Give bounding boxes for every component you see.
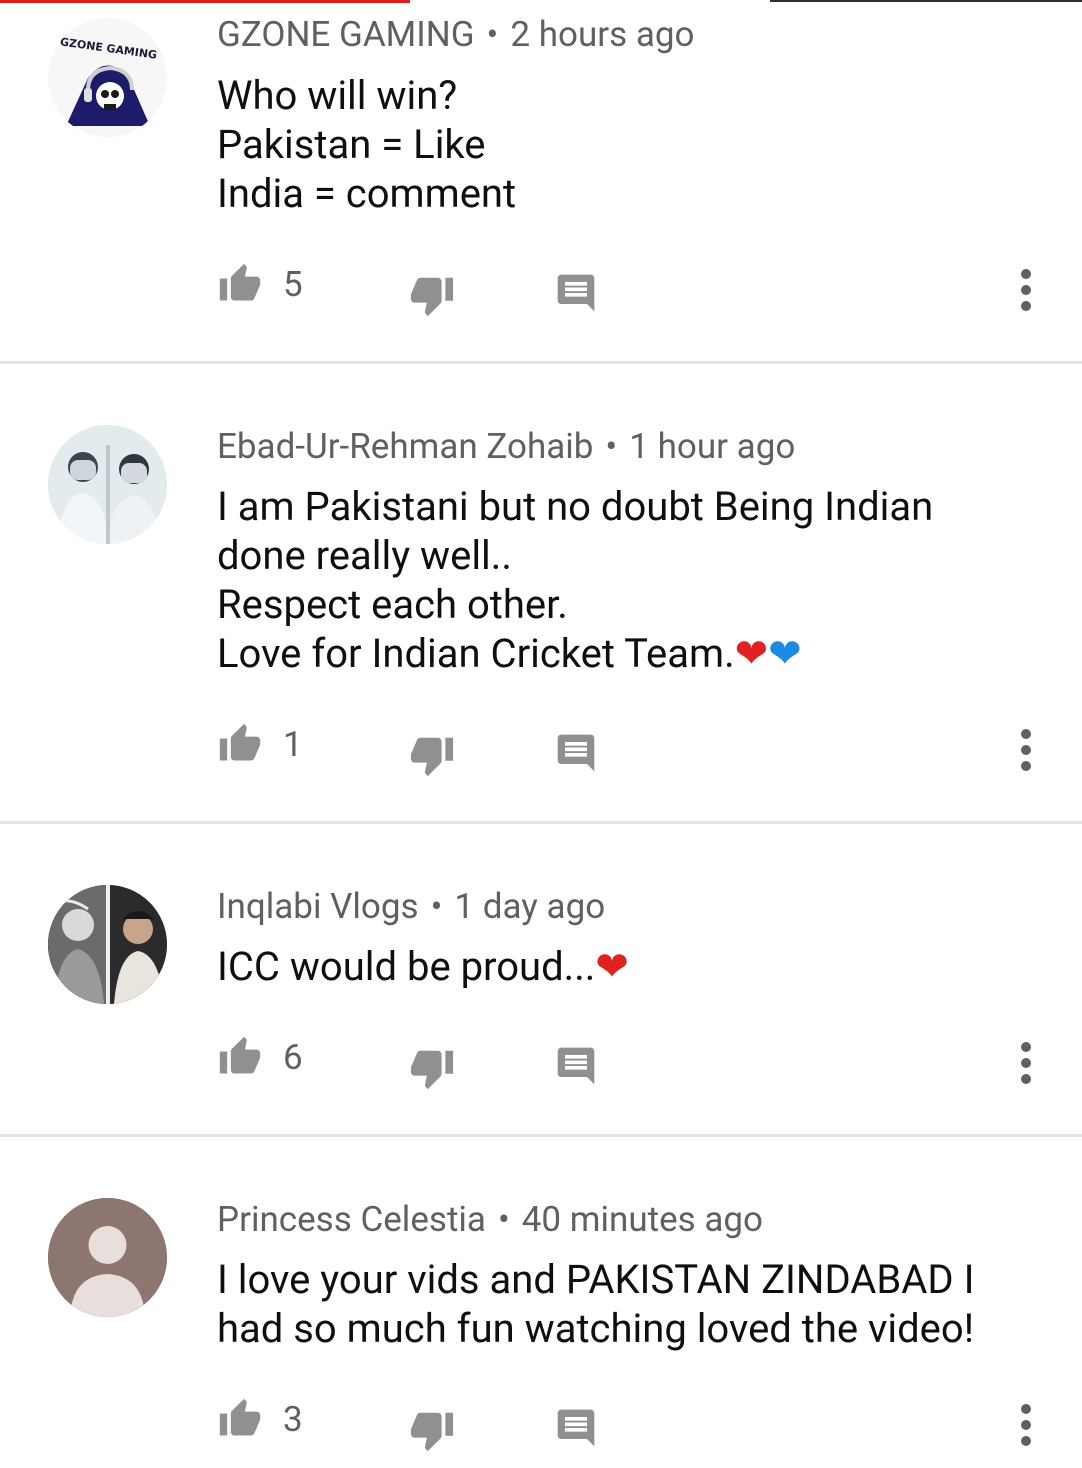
more-vert-icon	[1021, 269, 1031, 311]
top-edge-line	[770, 0, 1082, 2]
comment-text: Who will win? Pakistan = Like India = co…	[217, 71, 1037, 218]
separator-dot: •	[486, 14, 499, 55]
separator-dot: •	[605, 426, 618, 467]
reply-button[interactable]	[554, 271, 598, 315]
timestamp[interactable]: 1 day ago	[454, 886, 605, 927]
comment-meta: Ebad-Ur-Rehman Zohaib • 1 hour ago	[217, 426, 795, 467]
like-count: 3	[283, 1398, 303, 1440]
comment-line: had so much fun watching loved the video…	[217, 1305, 975, 1352]
dislike-button[interactable]	[409, 732, 455, 778]
reply-comment-icon	[557, 1047, 595, 1085]
avatar[interactable]: GZONE GAMING	[48, 18, 167, 137]
reply-comment-icon	[557, 734, 595, 772]
comment-line: I love your vids and PAKISTAN ZINDABAD I	[217, 1256, 975, 1303]
comment-line: done really well..	[217, 532, 512, 579]
comment-line: Pakistan = Like	[217, 121, 486, 168]
thumbs-up-icon	[219, 1036, 261, 1074]
red-heart-emoji: ❤	[734, 630, 769, 677]
comment-meta: GZONE GAMING • 2 hours ago	[217, 14, 695, 55]
author-name[interactable]: Ebad-Ur-Rehman Zohaib	[217, 426, 593, 467]
like-count: 6	[283, 1036, 303, 1078]
dislike-button[interactable]	[409, 1045, 455, 1091]
like-count: 5	[283, 263, 303, 305]
comment-meta: Princess Celestia • 40 minutes ago	[217, 1199, 763, 1240]
separator-dot: •	[430, 886, 443, 927]
like-button[interactable]: 3	[217, 1397, 303, 1441]
comment-line-text: Love for Indian Cricket Team.	[217, 630, 735, 677]
timestamp[interactable]: 1 hour ago	[629, 426, 795, 467]
thumbs-up-icon	[219, 723, 261, 761]
comment-line: ICC would be proud...❤	[217, 942, 1037, 991]
blue-heart-emoji: ❤	[768, 630, 802, 677]
thumbs-down-icon	[410, 277, 454, 317]
thumbs-up-icon	[219, 1398, 261, 1436]
thumbs-up-icon	[219, 263, 261, 301]
reply-button[interactable]	[554, 731, 598, 775]
reply-comment-icon	[557, 274, 595, 312]
comment-line: India = comment	[217, 170, 517, 217]
profile-photo-icon	[48, 425, 167, 544]
more-vert-icon	[1021, 729, 1031, 771]
timestamp[interactable]: 40 minutes ago	[522, 1199, 763, 1240]
comment-text: I love your vids and PAKISTAN ZINDABAD I…	[217, 1255, 1037, 1353]
avatar[interactable]	[48, 885, 167, 1004]
like-button[interactable]: 1	[217, 722, 303, 766]
thumbs-down-icon	[410, 1412, 454, 1452]
comment-line: Love for Indian Cricket Team.❤❤	[217, 629, 1037, 678]
separator-dot: •	[497, 1199, 510, 1240]
red-heart-emoji: ❤	[595, 943, 629, 990]
reply-comment-icon	[557, 1409, 595, 1447]
comment-line: Who will win?	[217, 72, 458, 119]
thumbs-down-icon	[410, 1050, 454, 1090]
author-name[interactable]: Inqlabi Vlogs	[217, 886, 419, 927]
more-options-button[interactable]	[1012, 268, 1040, 312]
comment-divider	[0, 1134, 1082, 1137]
more-options-button[interactable]	[1012, 1041, 1040, 1085]
comment-line: Respect each other.	[217, 581, 568, 628]
gzone-logo-icon: GZONE GAMING	[48, 18, 167, 137]
timestamp[interactable]: 2 hours ago	[510, 14, 694, 55]
reply-button[interactable]	[554, 1044, 598, 1088]
more-options-button[interactable]	[1012, 728, 1040, 772]
comment-line-text: ICC would be proud...	[217, 943, 596, 990]
default-avatar-icon	[48, 1198, 167, 1317]
author-name[interactable]: Princess Celestia	[217, 1199, 486, 1240]
more-vert-icon	[1021, 1404, 1031, 1446]
dislike-button[interactable]	[409, 1407, 455, 1453]
like-button[interactable]: 6	[217, 1035, 303, 1079]
comment-text: I am Pakistani but no doubt Being Indian…	[217, 482, 1037, 678]
comment-text: ICC would be proud...❤	[217, 942, 1037, 991]
thumbs-down-icon	[410, 737, 454, 777]
more-vert-icon	[1021, 1042, 1031, 1084]
author-name[interactable]: GZONE GAMING	[217, 14, 475, 55]
like-button[interactable]: 5	[217, 262, 303, 306]
comment-meta: Inqlabi Vlogs • 1 day ago	[217, 886, 605, 927]
profile-photo-icon	[48, 885, 167, 1004]
comment-divider	[0, 821, 1082, 824]
comment-line: I am Pakistani but no doubt Being Indian	[217, 483, 934, 530]
comment-divider	[0, 361, 1082, 364]
avatar[interactable]	[48, 1198, 167, 1317]
more-options-button[interactable]	[1012, 1403, 1040, 1447]
reply-button[interactable]	[554, 1406, 598, 1450]
video-progress-bar	[0, 0, 410, 3]
dislike-button[interactable]	[409, 272, 455, 318]
avatar[interactable]	[48, 425, 167, 544]
like-count: 1	[283, 723, 303, 765]
